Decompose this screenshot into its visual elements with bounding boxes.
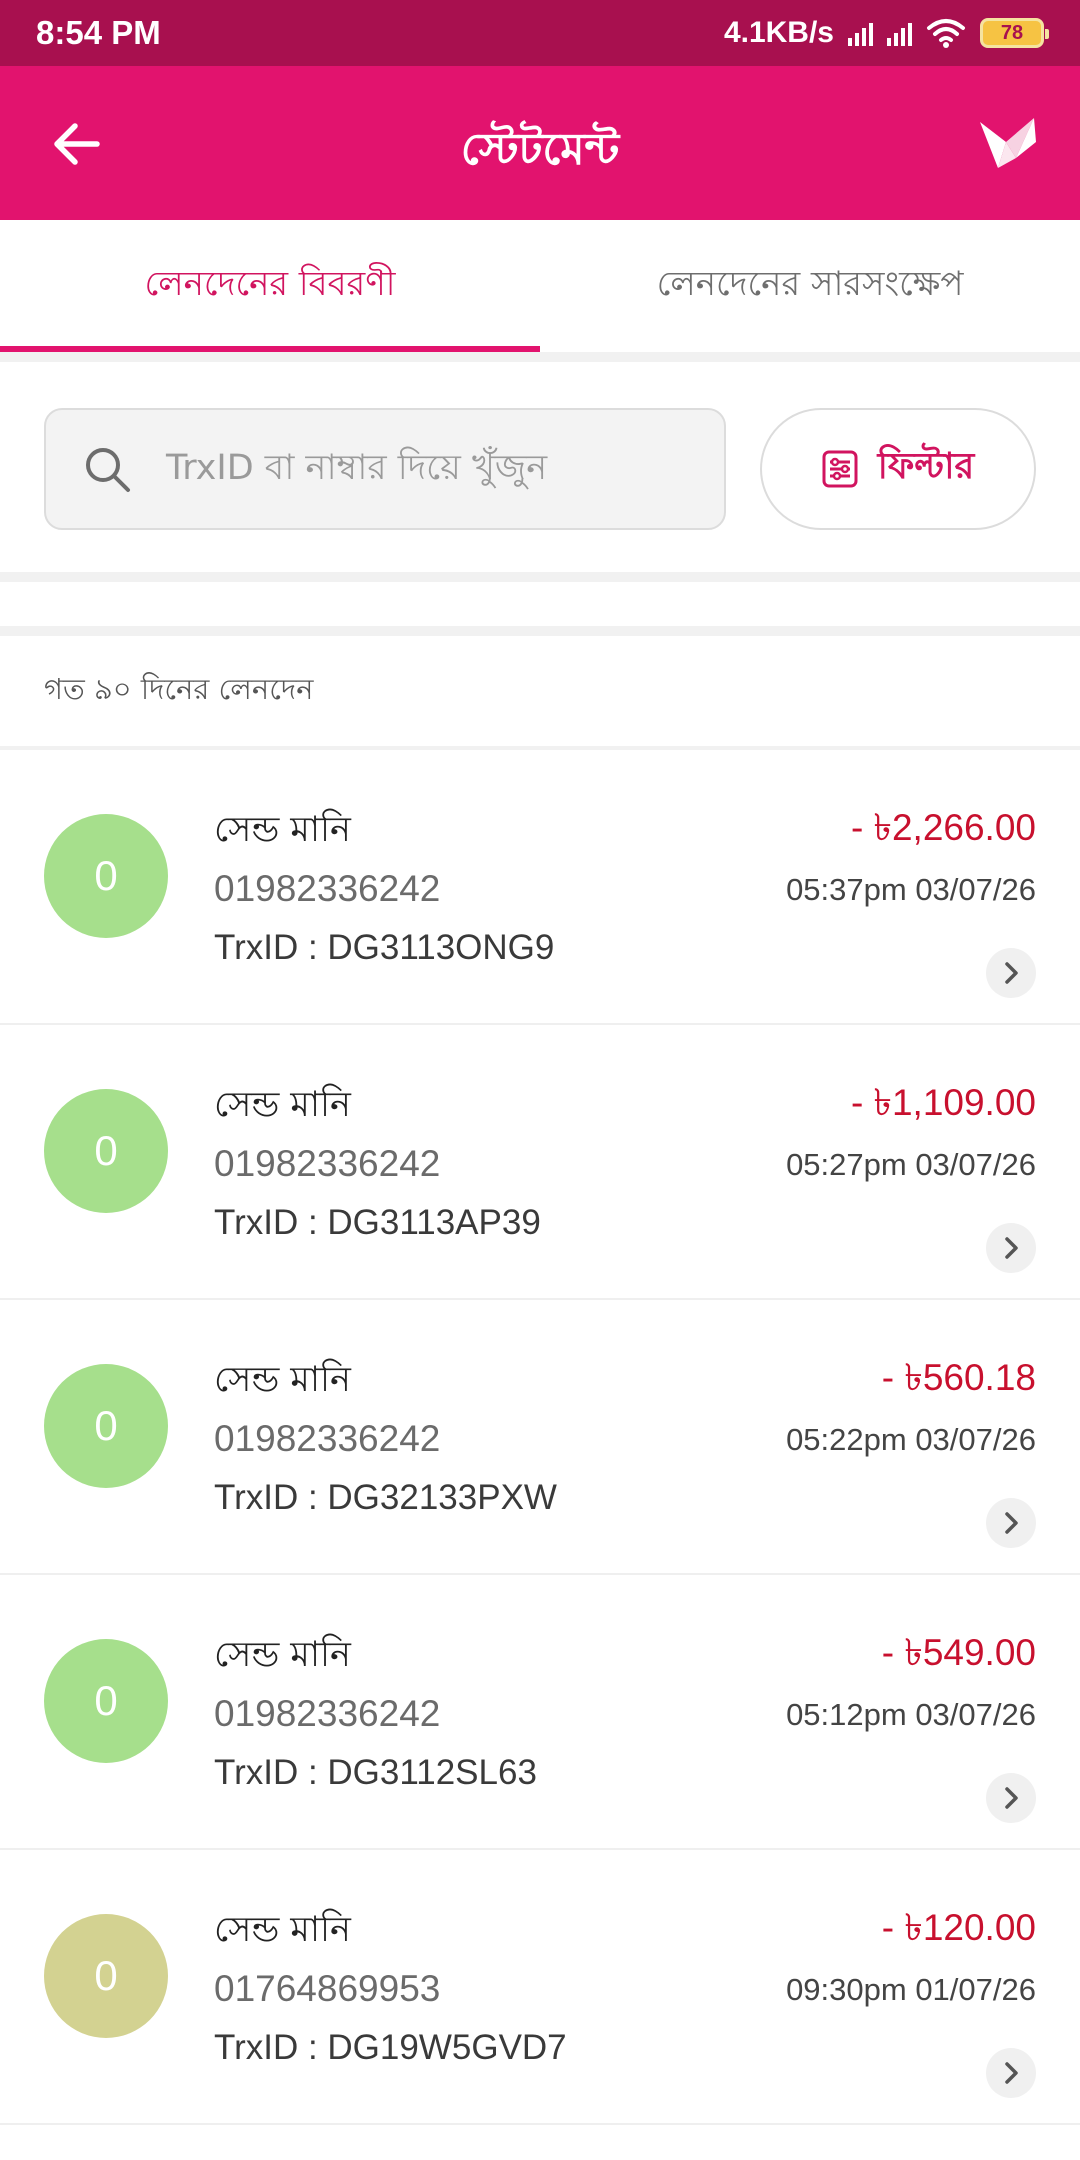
transaction-amount: - ৳549.00 [881, 1632, 1036, 1673]
chevron-right-icon[interactable] [986, 1223, 1036, 1273]
bird-logo-button[interactable] [976, 112, 1040, 176]
battery-icon: 78 [980, 18, 1049, 48]
signal-icon [848, 20, 873, 46]
transaction-type: সেন্ড মানি [214, 1085, 351, 1125]
avatar: 0 [44, 1089, 168, 1213]
search-area: TrxID বা নাম্বার দিয়ে খুঁজুন ফিল্টার [0, 362, 1080, 572]
chevron-right-icon[interactable] [986, 1498, 1036, 1548]
transaction-type: সেন্ড মানি [214, 1360, 351, 1400]
search-placeholder: TrxID বা নাম্বার দিয়ে খুঁজুন [166, 447, 548, 488]
filter-button[interactable]: ফিল্টার [760, 408, 1036, 530]
status-icons: 4.1KB/s 78 [723, 16, 1049, 50]
search-input[interactable]: TrxID বা নাম্বার দিয়ে খুঁজুন [44, 408, 726, 530]
tab-transaction-details[interactable]: লেনদেনের বিবরণী [0, 220, 540, 352]
transaction-list: 0 সেন্ড মানি 01982336242 TrxID : DG3113O… [0, 750, 1080, 2125]
chevron-right-icon[interactable] [986, 1773, 1036, 1823]
transaction-amount: - ৳1,109.00 [850, 1082, 1036, 1123]
filter-label: ফিল্টার [877, 446, 975, 487]
transaction-number: 01982336242 [214, 868, 441, 909]
transaction-id: TrxID : DG32133PXW [214, 1478, 557, 1517]
transaction-row[interactable]: 0 সেন্ড মানি 01982336242 TrxID : DG32133… [0, 1300, 1080, 1575]
transaction-id: TrxID : DG19W5GVD7 [214, 2028, 567, 2067]
signal-icon [887, 20, 912, 46]
section-title: গত ৯০ দিনের লেনদেন [0, 636, 1080, 750]
transaction-number: 01764869953 [214, 1968, 441, 2009]
transaction-amount: - ৳120.00 [881, 1907, 1036, 1948]
divider [0, 352, 1080, 362]
spacer [0, 582, 1080, 626]
chevron-right-icon[interactable] [986, 948, 1036, 998]
transaction-row[interactable]: 0 সেন্ড মানি 01982336242 TrxID : DG3112S… [0, 1575, 1080, 1850]
avatar: 0 [44, 814, 168, 938]
tab-transaction-summary[interactable]: লেনদেনের সারসংক্ষেপ [540, 220, 1080, 352]
avatar: 0 [44, 1364, 168, 1488]
transaction-row[interactable]: 0 সেন্ড মানি 01764869953 TrxID : DG19W5G… [0, 1850, 1080, 2125]
transaction-id: TrxID : DG3113ONG9 [214, 928, 555, 967]
page-title: স্টেটমেন্ট [460, 124, 620, 175]
app-bar: স্টেটমেন্ট [0, 66, 1080, 220]
transaction-datetime: 09:30pm 01/07/26 [786, 1972, 1036, 2007]
transaction-datetime: 05:12pm 03/07/26 [786, 1697, 1036, 1732]
transaction-amount: - ৳560.18 [881, 1357, 1036, 1398]
transaction-number: 01982336242 [214, 1143, 441, 1184]
filter-icon [822, 450, 858, 488]
divider [0, 626, 1080, 636]
transaction-datetime: 05:27pm 03/07/26 [786, 1147, 1036, 1182]
status-time: 8:54 PM [36, 14, 161, 51]
avatar: 0 [44, 1639, 168, 1763]
divider [0, 572, 1080, 582]
wifi-icon [927, 19, 965, 48]
transaction-id: TrxID : DG3112SL63 [214, 1753, 537, 1792]
transaction-number: 01982336242 [214, 1418, 441, 1459]
transaction-id: TrxID : DG3113AP39 [214, 1203, 541, 1242]
transaction-datetime: 05:37pm 03/07/26 [786, 872, 1036, 907]
chevron-right-icon[interactable] [986, 2048, 1036, 2098]
transaction-row[interactable]: 0 সেন্ড মানি 01982336242 TrxID : DG3113O… [0, 750, 1080, 1025]
transaction-type: সেন্ড মানি [214, 810, 351, 850]
transaction-row[interactable]: 0 সেন্ড মানি 01982336242 TrxID : DG3113A… [0, 1025, 1080, 1300]
status-bar: 8:54 PM 4.1KB/s 78 [0, 0, 1080, 66]
network-speed: 4.1KB/s [723, 16, 834, 49]
bird-logo-icon [980, 118, 1036, 168]
transaction-number: 01982336242 [214, 1693, 441, 1734]
transaction-amount: - ৳2,266.00 [850, 807, 1036, 848]
tab-bar: লেনদেনের বিবরণী লেনদেনের সারসংক্ষেপ [0, 220, 1080, 352]
transaction-type: সেন্ড মানি [214, 1910, 351, 1950]
transaction-datetime: 05:22pm 03/07/26 [786, 1422, 1036, 1457]
search-icon [86, 448, 130, 492]
transaction-type: সেন্ড মানি [214, 1635, 351, 1675]
avatar: 0 [44, 1914, 168, 2038]
